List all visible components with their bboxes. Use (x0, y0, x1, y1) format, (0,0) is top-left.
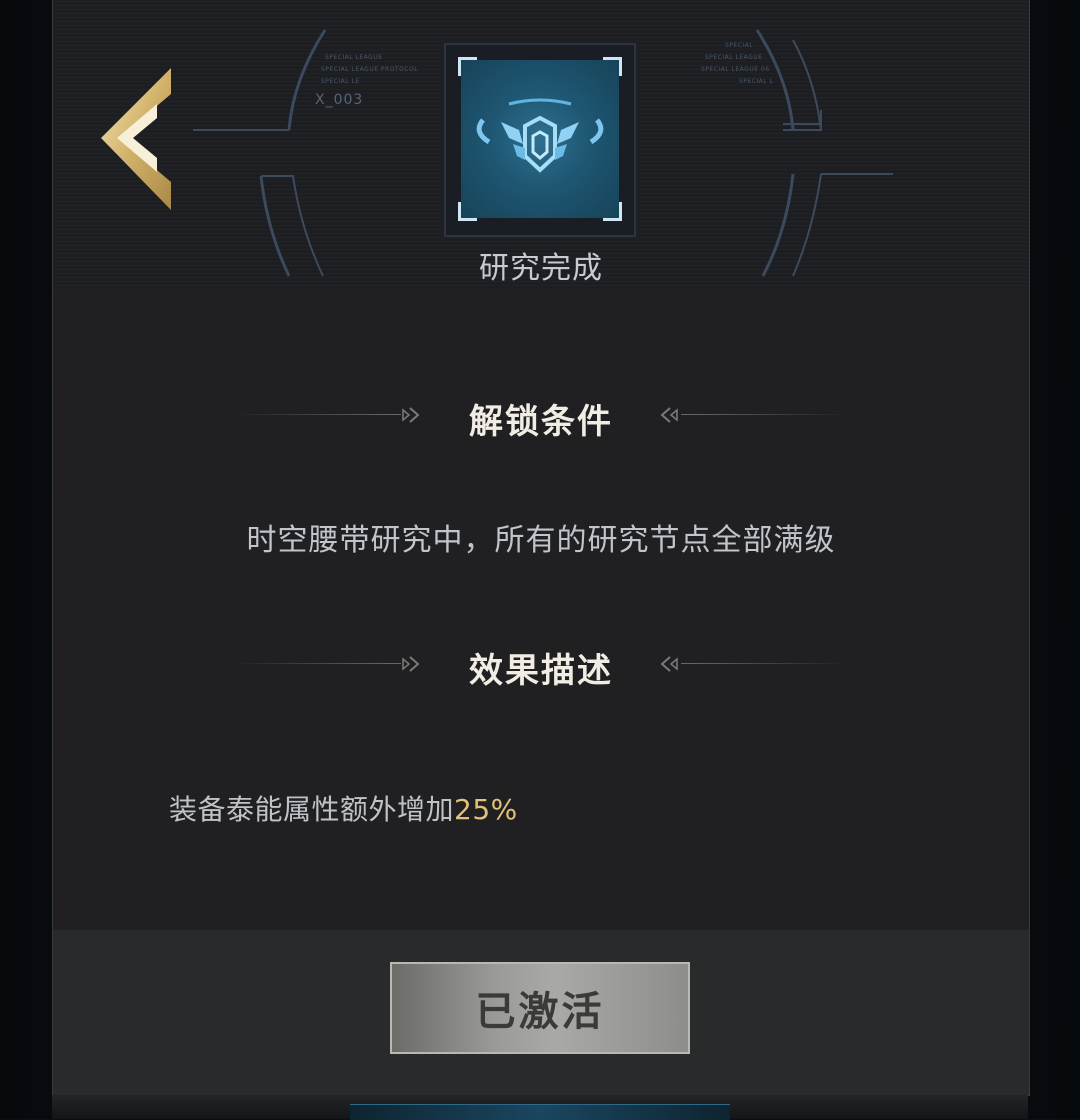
effect-value: 25% (454, 793, 518, 826)
tiny-label: SPECIAL LEAGUE (705, 54, 763, 61)
effect-text: 装备泰能属性额外增加 (169, 793, 455, 826)
arrow-left-icon (660, 407, 678, 423)
tiny-label: SPECIAL L (739, 78, 774, 85)
tiny-label: SPECIAL LEAGUE 06 (701, 66, 770, 73)
tiny-label: SPECIAL LE (321, 78, 360, 85)
divider-right (681, 414, 849, 415)
tiny-label: SPECIAL LEAGUE PROTOCOL (321, 66, 419, 73)
research-icon-frame (444, 43, 636, 237)
bottom-glow-notch (350, 1104, 730, 1120)
chevron-left-icon (101, 68, 171, 210)
code-label: X_003 (315, 92, 364, 108)
frame-corner (458, 202, 477, 221)
tiny-label: SPECIAL LEAGUE (325, 54, 383, 61)
tiny-label: SPECIAL (725, 42, 754, 49)
divider-right (681, 663, 849, 664)
frame-corner (458, 57, 477, 76)
research-detail-panel: SPECIAL LEAGUE SPECIAL LEAGUE PROTOCOL S… (52, 0, 1030, 1096)
activated-button[interactable]: 已激活 (390, 962, 690, 1054)
unlock-condition-title: 解锁条件 (469, 402, 613, 442)
panel-footer: 已激活 (53, 930, 1029, 1095)
frame-corner (603, 202, 622, 221)
frame-corner (603, 57, 622, 76)
panel-header: SPECIAL LEAGUE SPECIAL LEAGUE PROTOCOL S… (53, 0, 1029, 290)
unlock-condition-text: 时空腰带研究中，所有的研究节点全部满级 (246, 523, 836, 558)
back-button[interactable] (99, 64, 179, 214)
effect-description-text: 装备泰能属性额外增加25% (169, 788, 518, 828)
research-icon-background (458, 57, 622, 221)
belt-emblem-icon (476, 98, 604, 173)
research-status: 研究完成 (479, 251, 603, 286)
arrow-left-icon (660, 656, 678, 672)
effect-description-title: 效果描述 (469, 651, 613, 691)
